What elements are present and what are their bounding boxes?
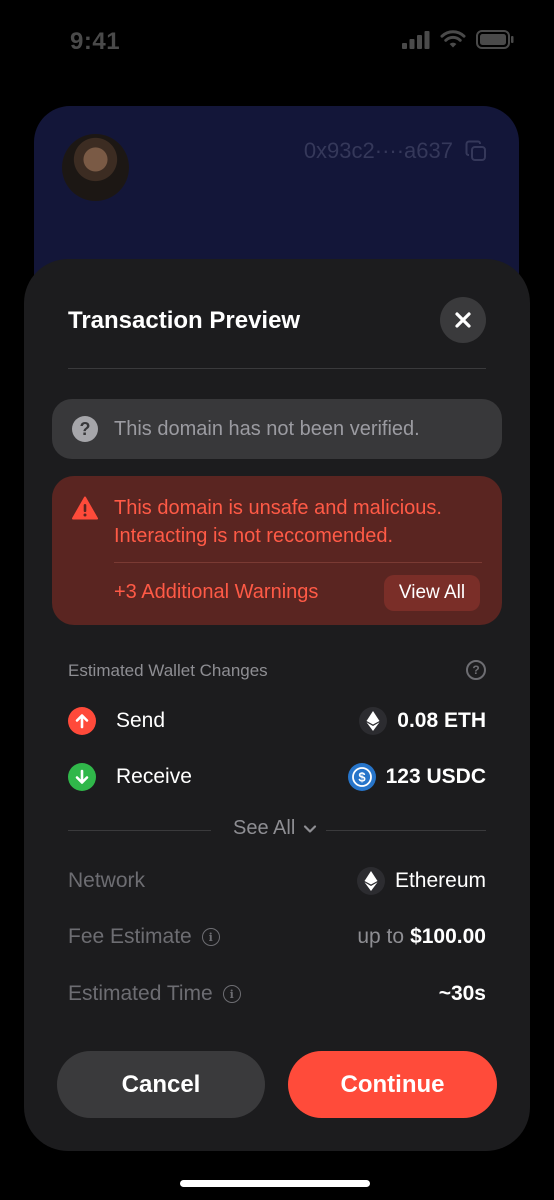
- fee-label: Fee Estimate: [68, 925, 192, 948]
- time-amount: ~30s: [438, 982, 486, 1005]
- battery-icon: [476, 30, 514, 49]
- time-label: Estimated Time: [68, 982, 213, 1005]
- network-row: Network Ethereum: [68, 866, 486, 896]
- warning-triangle-icon: [72, 496, 98, 520]
- arrow-down-icon: [68, 763, 96, 791]
- continue-button[interactable]: Continue: [288, 1051, 497, 1118]
- close-icon: [455, 312, 471, 328]
- time-value: ~30s: [439, 982, 486, 1006]
- send-label: Send: [116, 709, 166, 732]
- help-icon[interactable]: ?: [466, 660, 486, 680]
- see-all-label: See All: [233, 817, 296, 839]
- warning-line-2: Interacting is not reccomended.: [114, 525, 394, 547]
- status-icons: [402, 30, 514, 49]
- status-bar: 9:41: [0, 0, 554, 90]
- svg-text:$: $: [358, 770, 366, 785]
- wifi-icon: [440, 30, 466, 48]
- divider: [326, 830, 486, 831]
- warning-line-1: This domain is unsafe and malicious.: [114, 497, 442, 519]
- view-all-warnings-button[interactable]: View All: [384, 575, 480, 611]
- fee-value: up to $100.00: [357, 925, 486, 949]
- network-value: Ethereum: [356, 867, 486, 895]
- see-all-row: See All: [68, 817, 486, 843]
- usdc-icon: $: [347, 763, 376, 791]
- ethereum-icon: [356, 867, 385, 895]
- ethereum-icon: [359, 707, 388, 735]
- send-row: Send 0.08 ETH: [68, 706, 486, 736]
- sheet-title: Transaction Preview: [68, 307, 301, 334]
- network-name: Ethereum: [394, 869, 486, 892]
- sheet-header: Transaction Preview: [68, 297, 486, 369]
- home-indicator: [180, 1180, 370, 1187]
- see-all-button[interactable]: See All: [233, 817, 317, 840]
- unverified-domain-text: This domain has not been verified.: [114, 417, 420, 440]
- network-label: Network: [68, 869, 146, 892]
- fee-label-group: Fee Estimate i: [68, 925, 220, 949]
- receive-amount: 123 USDC: [385, 765, 486, 788]
- info-icon[interactable]: i: [201, 928, 220, 946]
- wallet-changes-label: Estimated Wallet Changes: [68, 661, 268, 680]
- close-button[interactable]: [440, 297, 486, 343]
- wallet-address: 0x93c2····a637: [304, 138, 487, 164]
- cancel-button[interactable]: Cancel: [57, 1051, 265, 1118]
- receive-label: Receive: [116, 765, 192, 788]
- warning-divider: [114, 562, 482, 563]
- arrow-up-icon: [68, 707, 96, 735]
- fee-row: Fee Estimate i up to $100.00: [68, 922, 486, 952]
- additional-warnings-link[interactable]: +3 Additional Warnings: [114, 581, 318, 604]
- time-label-group: Estimated Time i: [68, 982, 241, 1006]
- receive-value: $ 123 USDC: [347, 763, 486, 791]
- divider: [68, 830, 211, 831]
- status-time: 9:41: [70, 28, 121, 55]
- cellular-signal-icon: [402, 30, 430, 49]
- time-row: Estimated Time i ~30s: [68, 979, 486, 1009]
- send-value: 0.08 ETH: [359, 707, 486, 735]
- malicious-warning-box: This domain is unsafe and malicious. Int…: [52, 476, 502, 625]
- wallet-address-text: 0x93c2····a637: [303, 138, 453, 163]
- chevron-down-icon: [304, 824, 317, 833]
- fee-prefix: up to: [357, 925, 405, 948]
- copy-icon: [465, 140, 486, 161]
- transaction-preview-sheet: Transaction Preview ? This domain has no…: [24, 259, 530, 1151]
- question-icon: ?: [72, 416, 98, 442]
- send-amount: 0.08 ETH: [397, 709, 486, 732]
- warning-message: This domain is unsafe and malicious. Int…: [114, 494, 484, 550]
- fee-amount: $100.00: [410, 925, 486, 948]
- avatar: [62, 134, 129, 201]
- unverified-domain-banner: ? This domain has not been verified.: [52, 399, 502, 459]
- receive-row: Receive $ 123 USDC: [68, 762, 486, 792]
- info-icon[interactable]: i: [222, 985, 241, 1003]
